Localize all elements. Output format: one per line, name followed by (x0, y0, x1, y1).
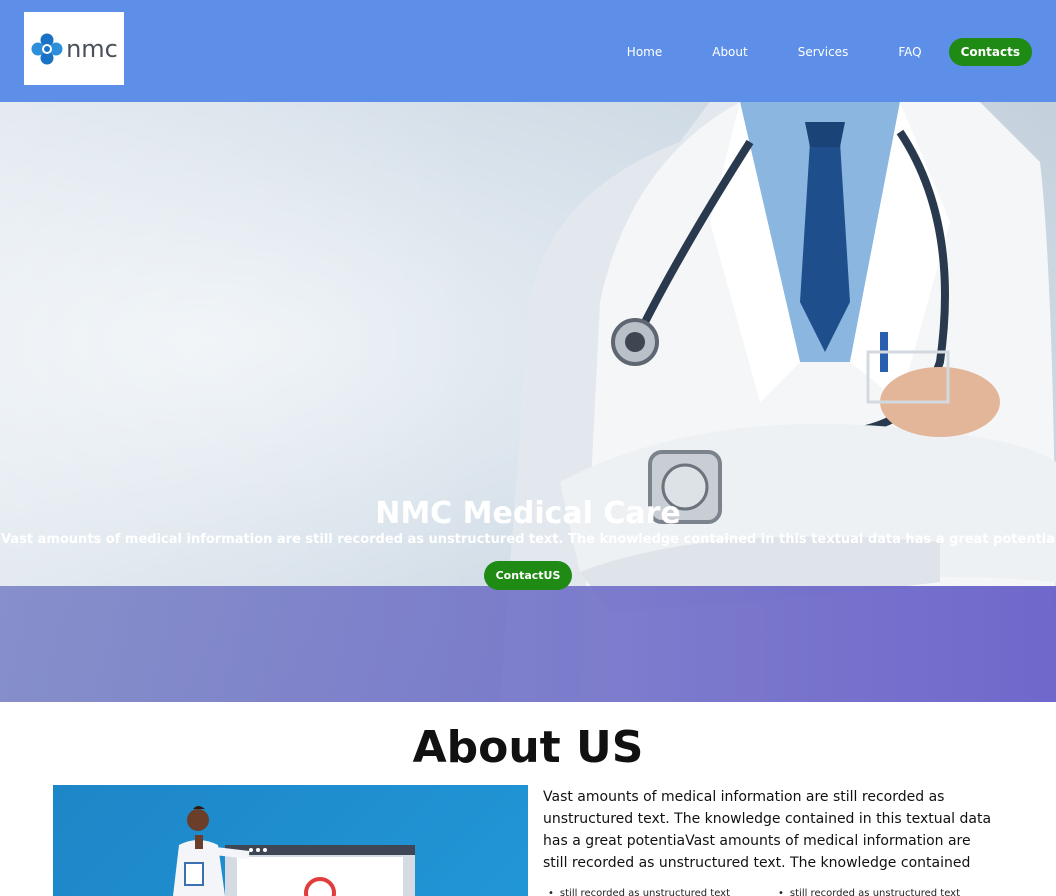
about-list: still recorded as unstructured text stil… (548, 888, 1008, 896)
nav-home[interactable]: Home (627, 45, 662, 59)
nav-faq[interactable]: FAQ (898, 45, 921, 59)
about-paragraph: Vast amounts of medical information are … (543, 789, 992, 871)
logo[interactable]: nmc (24, 12, 124, 85)
main-nav: Home About Services FAQ Contacts (602, 37, 1032, 67)
navbar: nmc Home About Services FAQ Contacts (0, 0, 1056, 102)
about-illustration (53, 785, 528, 896)
about-heading: About US (412, 722, 644, 773)
nav-services[interactable]: Services (798, 45, 849, 59)
list-item: still recorded as unstructured text (778, 888, 1008, 896)
hero-subtitle: Vast amounts of medical information are … (0, 532, 1056, 547)
hero-title: NMC Medical Care (375, 496, 681, 531)
list-item: still recorded as unstructured text (548, 888, 778, 896)
contacts-button[interactable]: Contacts (948, 38, 1032, 66)
hero-overlay (0, 586, 1056, 702)
hero-banner (0, 102, 1056, 702)
contact-us-button[interactable]: ContactUS (484, 561, 572, 590)
logo-text: nmc (66, 34, 118, 63)
doctor-illustration-icon (173, 806, 415, 896)
nav-about[interactable]: About (712, 45, 747, 59)
logo-icon (31, 33, 63, 64)
